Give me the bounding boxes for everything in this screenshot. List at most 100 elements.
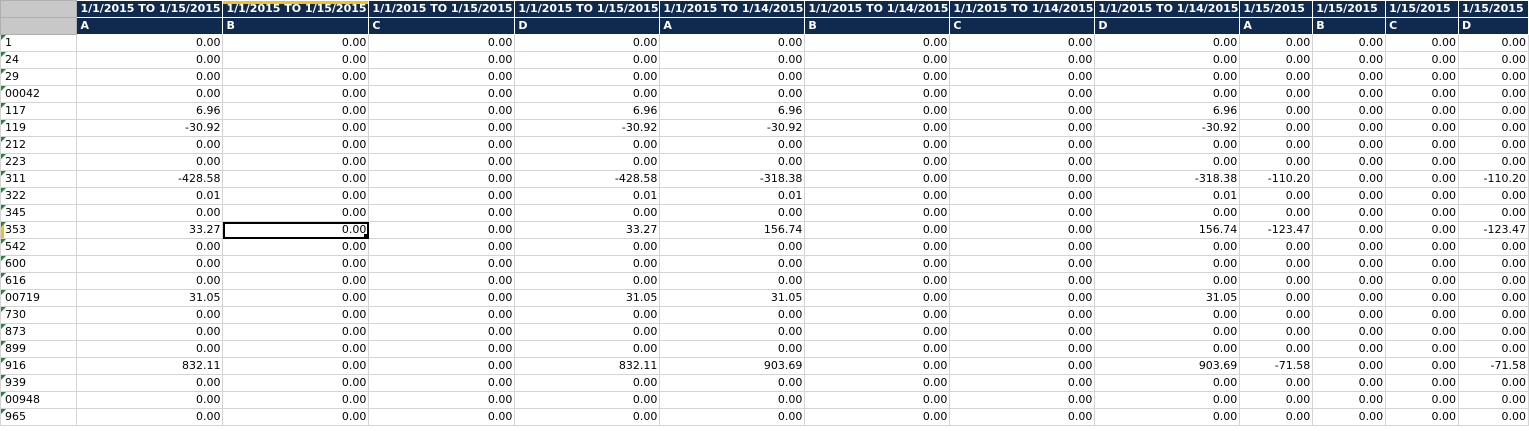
value-cell[interactable]: 0.00 [1312,306,1387,324]
value-cell[interactable]: 0.00 [368,357,516,375]
value-cell[interactable]: -71.58 [1457,357,1529,375]
value-cell[interactable]: 0.00 [76,204,224,222]
value-cell[interactable]: 0.00 [1457,340,1529,358]
row-key-cell[interactable]: 212 [0,136,78,154]
value-cell[interactable]: 0.00 [368,238,516,256]
value-cell[interactable]: 0.00 [514,85,661,103]
value-cell[interactable]: 0.00 [1312,153,1387,171]
value-cell[interactable]: 6.96 [514,102,661,120]
value-cell[interactable]: 0.00 [1239,323,1314,341]
value-cell[interactable]: 0.00 [1239,238,1314,256]
header-period-cell[interactable]: 1/1/2015 TO 1/14/2015 [1094,0,1241,18]
value-cell[interactable]: 0.00 [1312,85,1387,103]
value-cell[interactable]: -428.58 [76,170,224,188]
value-cell[interactable]: 0.00 [368,102,516,120]
row-key-cell[interactable]: 899 [0,340,78,358]
value-cell[interactable]: 0.00 [368,85,516,103]
value-cell[interactable]: 0.00 [1239,408,1314,426]
value-cell[interactable]: 0.00 [222,238,370,256]
value-cell[interactable]: 0.00 [1094,272,1241,290]
value-cell[interactable]: 0.00 [1457,119,1529,137]
row-key-cell[interactable]: 873 [0,323,78,341]
value-cell[interactable]: 0.00 [949,170,1096,188]
value-cell[interactable]: 0.00 [1239,34,1314,52]
row-key-cell[interactable]: 345 [0,204,78,222]
row-key-cell[interactable]: 542 [0,238,78,256]
value-cell[interactable]: 0.00 [804,85,951,103]
value-cell[interactable]: 0.00 [222,68,370,86]
value-cell[interactable]: 0.00 [1457,68,1529,86]
row-key-cell[interactable]: 00042 [0,85,78,103]
value-cell[interactable]: 0.00 [659,51,806,69]
value-cell[interactable]: 0.00 [222,408,370,426]
value-cell[interactable]: 0.00 [1457,323,1529,341]
value-cell[interactable]: 0.00 [222,340,370,358]
row-key-cell[interactable]: 353 [0,221,78,239]
row-key-cell[interactable]: 311 [0,170,78,188]
value-cell[interactable]: 0.00 [1385,340,1459,358]
value-cell[interactable]: 0.00 [222,136,370,154]
row-key-cell[interactable]: 600 [0,255,78,273]
value-cell[interactable]: 0.00 [222,187,370,205]
value-cell[interactable]: 0.00 [1312,170,1387,188]
value-cell[interactable]: 0.00 [1457,204,1529,222]
row-key-cell[interactable]: 223 [0,153,78,171]
value-cell[interactable]: 0.00 [1312,204,1387,222]
value-cell[interactable]: 0.00 [804,119,951,137]
header-code-cell[interactable]: C [949,17,1096,35]
value-cell[interactable]: 0.00 [1239,306,1314,324]
value-cell[interactable]: 0.00 [1385,187,1459,205]
value-cell[interactable]: 0.00 [1385,221,1459,239]
value-cell[interactable]: 0.00 [1094,391,1241,409]
value-cell[interactable]: -30.92 [659,119,806,137]
value-cell[interactable]: 0.00 [1457,408,1529,426]
value-cell[interactable]: 0.00 [804,357,951,375]
value-cell[interactable]: -110.20 [1457,170,1529,188]
value-cell[interactable]: 0.00 [222,153,370,171]
value-cell[interactable]: 0.00 [1094,374,1241,392]
value-cell[interactable]: 0.00 [949,68,1096,86]
value-cell[interactable]: -123.47 [1457,221,1529,239]
value-cell[interactable]: 0.00 [1312,238,1387,256]
value-cell[interactable]: -30.92 [514,119,661,137]
value-cell[interactable]: 0.00 [659,85,806,103]
value-cell[interactable]: 0.00 [949,221,1096,239]
value-cell[interactable]: 0.00 [659,408,806,426]
row-key-cell[interactable]: 939 [0,374,78,392]
corner-cell[interactable] [0,0,78,18]
value-cell[interactable]: 0.00 [804,204,951,222]
value-cell[interactable]: 0.00 [804,340,951,358]
value-cell[interactable]: 0.00 [76,391,224,409]
value-cell[interactable]: 0.00 [1385,408,1459,426]
value-cell[interactable]: 0.00 [514,391,661,409]
value-cell[interactable]: 0.00 [804,153,951,171]
value-cell[interactable]: 0.00 [804,408,951,426]
value-cell[interactable]: 0.00 [514,153,661,171]
value-cell[interactable]: 0.00 [1312,221,1387,239]
value-cell[interactable]: 0.00 [1457,153,1529,171]
value-cell[interactable]: 0.00 [1385,323,1459,341]
value-cell[interactable]: -71.58 [1239,357,1314,375]
value-cell[interactable]: 0.00 [949,357,1096,375]
value-cell[interactable]: 0.00 [76,323,224,341]
value-cell[interactable]: 0.00 [1312,289,1387,307]
value-cell[interactable]: 0.00 [1457,136,1529,154]
value-cell[interactable]: 0.00 [804,187,951,205]
value-cell[interactable]: 0.00 [949,255,1096,273]
value-cell[interactable]: 0.00 [1457,102,1529,120]
value-cell[interactable]: 0.00 [222,34,370,52]
value-cell[interactable]: 0.00 [222,119,370,137]
value-cell[interactable]: 0.00 [368,34,516,52]
value-cell[interactable]: 0.00 [1312,136,1387,154]
value-cell[interactable]: 0.00 [368,204,516,222]
value-cell[interactable]: 0.00 [1094,85,1241,103]
value-cell[interactable]: 156.74 [1094,221,1241,239]
value-cell[interactable]: 0.00 [949,187,1096,205]
value-cell[interactable]: 0.00 [76,136,224,154]
value-cell[interactable]: 0.00 [514,204,661,222]
value-cell[interactable]: 0.00 [1312,340,1387,358]
value-cell[interactable]: 0.00 [514,238,661,256]
value-cell[interactable]: 0.00 [368,51,516,69]
value-cell[interactable]: 0.00 [222,255,370,273]
value-cell[interactable]: 0.00 [1094,238,1241,256]
